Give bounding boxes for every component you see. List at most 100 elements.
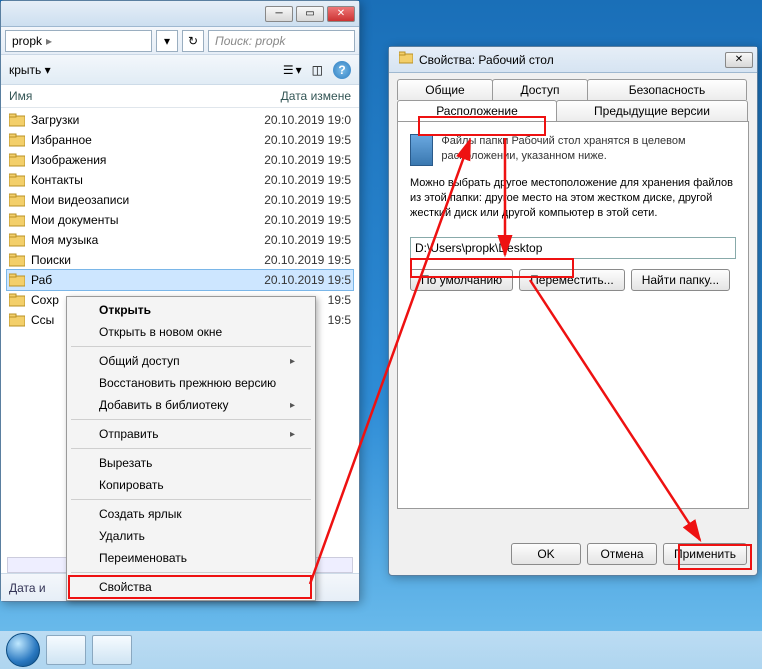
cancel-button[interactable]: Отмена	[587, 543, 657, 565]
restore-default-button[interactable]: По умолчанию	[410, 269, 513, 291]
taskbar[interactable]	[0, 631, 762, 669]
ctx-add-to-library[interactable]: Добавить в библиотеку	[69, 394, 313, 416]
list-item[interactable]: Поиски20.10.2019 19:5	[7, 250, 353, 270]
item-name: Раб	[31, 273, 231, 287]
dialog-close-button[interactable]: ✕	[725, 52, 753, 68]
desktop-icon	[410, 134, 433, 166]
ctx-restore-version[interactable]: Восстановить прежнюю версию	[69, 372, 313, 394]
breadcrumb[interactable]: propk ▸	[5, 30, 152, 52]
folder-icon	[9, 112, 25, 128]
tab-general[interactable]: Общие	[397, 79, 493, 100]
refresh-button[interactable]: ↻	[182, 30, 204, 52]
list-item[interactable]: Мои документы20.10.2019 19:5	[7, 210, 353, 230]
item-name: Избранное	[31, 133, 231, 147]
taskbar-app-icon[interactable]	[92, 635, 132, 665]
item-date: 20.10.2019 19:5	[231, 213, 351, 227]
folder-icon	[9, 232, 25, 248]
tab-previous-versions[interactable]: Предыдущие версии	[556, 100, 748, 122]
list-item[interactable]: Избранное20.10.2019 19:5	[7, 130, 353, 150]
separator	[71, 419, 311, 420]
ctx-properties[interactable]: Свойства	[69, 576, 313, 598]
taskbar-explorer-icon[interactable]	[46, 635, 86, 665]
separator	[71, 448, 311, 449]
ctx-open-new-window[interactable]: Открыть в новом окне	[69, 321, 313, 343]
list-item[interactable]: Изображения20.10.2019 19:5	[7, 150, 353, 170]
item-name: Поиски	[31, 253, 231, 267]
item-name: Мои документы	[31, 213, 231, 227]
folder-icon	[9, 272, 25, 288]
item-date: 20.10.2019 19:5	[231, 193, 351, 207]
list-item[interactable]: Загрузки20.10.2019 19:0	[7, 110, 353, 130]
folder-icon	[9, 252, 25, 268]
chevron-right-icon[interactable]: ▸	[46, 34, 52, 48]
maximize-button[interactable]: ▭	[296, 6, 324, 22]
tab-sharing[interactable]: Доступ	[492, 79, 588, 100]
minimize-button[interactable]: ─	[265, 6, 293, 22]
item-date: 20.10.2019 19:5	[231, 153, 351, 167]
column-date[interactable]: Дата измене	[231, 89, 351, 103]
search-box[interactable]: Поиск: propk	[208, 30, 355, 52]
ctx-copy[interactable]: Копировать	[69, 474, 313, 496]
context-menu: Открыть Открыть в новом окне Общий досту…	[66, 296, 316, 601]
properties-dialog: Свойства: Рабочий стол ✕ Общие Доступ Бе…	[388, 46, 758, 576]
status-text: Дата и	[9, 581, 46, 595]
item-date: 20.10.2019 19:5	[231, 253, 351, 267]
dialog-title: Свойства: Рабочий стол	[419, 53, 554, 67]
item-date: 20.10.2019 19:5	[231, 233, 351, 247]
preview-pane-toggle[interactable]: ◫	[312, 63, 323, 77]
ctx-delete[interactable]: Удалить	[69, 525, 313, 547]
move-button[interactable]: Переместить...	[519, 269, 625, 291]
column-headers[interactable]: Имя Дата измене	[1, 85, 359, 108]
item-date: 20.10.2019 19:5	[231, 133, 351, 147]
command-bar: крыть ▾ ☰ ▾ ◫ ?	[1, 55, 359, 85]
search-placeholder: Поиск: propk	[215, 34, 285, 48]
list-item[interactable]: Мои видеозаписи20.10.2019 19:5	[7, 190, 353, 210]
tab-location[interactable]: Расположение	[397, 100, 557, 122]
item-name: Загрузки	[31, 113, 231, 127]
open-menu[interactable]: крыть ▾	[9, 63, 51, 77]
breadcrumb-segment[interactable]: propk	[12, 34, 42, 48]
view-icon: ☰	[283, 63, 294, 77]
column-name[interactable]: Имя	[9, 89, 231, 103]
tab-location-body: Файлы папки Рабочий стол хранятся в целе…	[397, 121, 749, 509]
item-name: Изображения	[31, 153, 231, 167]
apply-button[interactable]: Применить	[663, 543, 747, 565]
ctx-open[interactable]: Открыть	[69, 299, 313, 321]
item-date: 20.10.2019 19:0	[231, 113, 351, 127]
list-item[interactable]: Контакты20.10.2019 19:5	[7, 170, 353, 190]
properties-titlebar: Свойства: Рабочий стол ✕	[389, 47, 757, 73]
ok-button[interactable]: OK	[511, 543, 581, 565]
list-item[interactable]: Моя музыка20.10.2019 19:5	[7, 230, 353, 250]
item-date: 20.10.2019 19:5	[231, 273, 351, 287]
tabs-row2: Расположение Предыдущие версии	[389, 100, 757, 122]
location-path-input[interactable]	[410, 237, 736, 259]
dialog-buttons: OK Отмена Применить	[511, 543, 747, 565]
separator	[71, 346, 311, 347]
location-description-1: Файлы папки Рабочий стол хранятся в целе…	[410, 134, 736, 166]
folder-icon	[9, 312, 25, 328]
find-folder-button[interactable]: Найти папку...	[631, 269, 730, 291]
ctx-share[interactable]: Общий доступ	[69, 350, 313, 372]
list-item[interactable]: Раб20.10.2019 19:5	[7, 270, 353, 290]
view-selector[interactable]: ☰ ▾	[283, 63, 302, 77]
folder-icon	[9, 292, 25, 308]
close-button[interactable]: ✕	[327, 6, 355, 22]
ctx-cut[interactable]: Вырезать	[69, 452, 313, 474]
folder-icon	[9, 132, 25, 148]
start-button[interactable]	[6, 633, 40, 667]
location-description-2: Можно выбрать другое местоположение для …	[410, 176, 736, 221]
ctx-send-to[interactable]: Отправить	[69, 423, 313, 445]
address-bar: propk ▸ ▾ ↻ Поиск: propk	[1, 27, 359, 55]
history-dropdown[interactable]: ▾	[156, 30, 178, 52]
item-name: Моя музыка	[31, 233, 231, 247]
tab-security[interactable]: Безопасность	[587, 79, 747, 100]
folder-icon	[9, 172, 25, 188]
folder-icon	[9, 152, 25, 168]
item-date: 20.10.2019 19:5	[231, 173, 351, 187]
folder-icon	[9, 192, 25, 208]
ctx-create-shortcut[interactable]: Создать ярлык	[69, 503, 313, 525]
tabs-row1: Общие Доступ Безопасность	[389, 73, 757, 100]
help-button[interactable]: ?	[333, 61, 351, 79]
separator	[71, 499, 311, 500]
ctx-rename[interactable]: Переименовать	[69, 547, 313, 569]
